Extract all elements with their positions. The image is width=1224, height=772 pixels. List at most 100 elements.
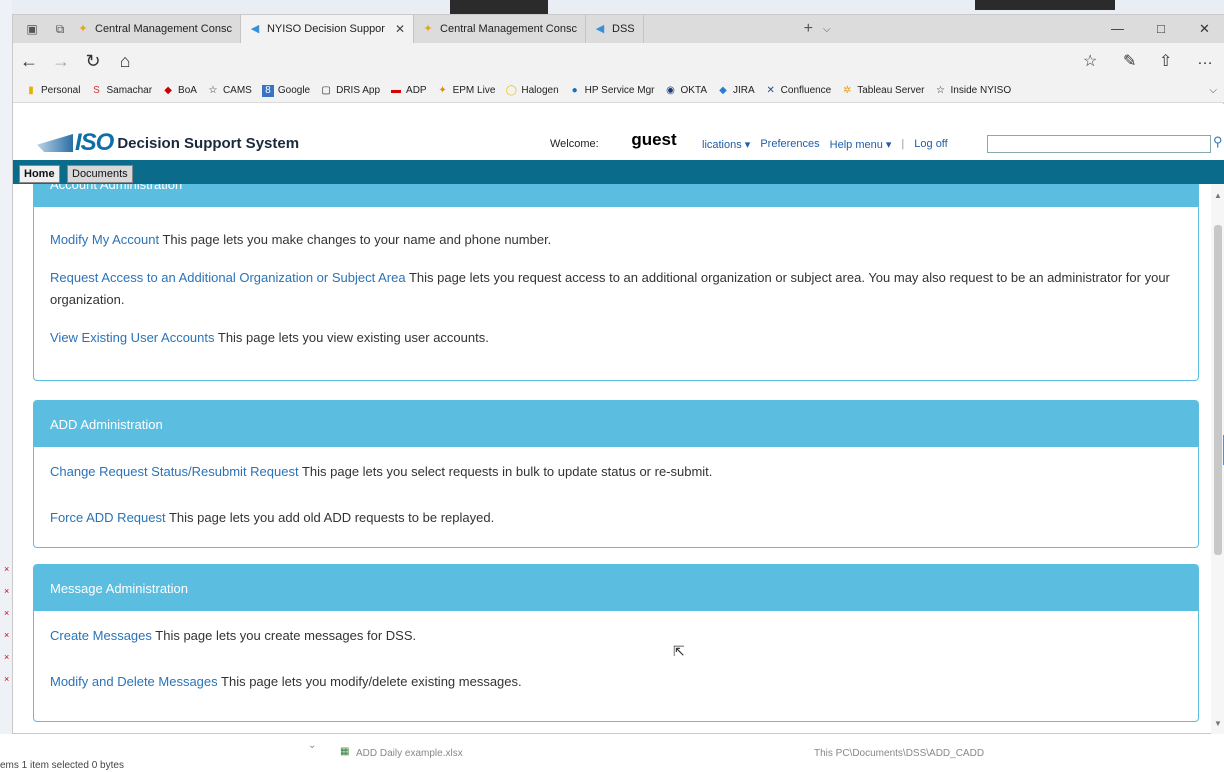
share-icon[interactable]: ⇧ [1159, 51, 1172, 71]
list-item: Force ADD Request This page lets you add… [50, 507, 1182, 529]
favorite-link[interactable]: ✕ Confluence [765, 85, 832, 97]
browser-tab[interactable]: ✦ Central Management Consc [414, 15, 586, 43]
google-icon: 8 [261, 84, 274, 97]
tab-preview-icon[interactable]: ⧉ [51, 22, 69, 36]
favorite-link[interactable]: 8 Google [261, 84, 310, 97]
address-bar-row: ← → ↻ ⌂ ☆ ✎ ⇧ … [13, 43, 1224, 79]
close-window-icon[interactable]: ✕ [1199, 21, 1210, 37]
item-description: This page lets you modify/delete existin… [217, 674, 522, 689]
hp-icon: ● [571, 84, 578, 96]
favorites-overflow-chevron-icon[interactable]: ⌵ [1209, 85, 1217, 96]
favorite-link[interactable]: ▬ ADP [390, 85, 427, 97]
favorite-link[interactable]: ◯ Halogen [505, 84, 559, 97]
favorite-label: OKTA [680, 85, 707, 96]
adp-icon: ▬ [391, 84, 402, 96]
page-icon: ▢ [321, 84, 331, 96]
nyiso-logo[interactable]: ISO Decision Support System [37, 129, 300, 156]
favorite-label: Tableau Server [857, 85, 925, 96]
tab-home[interactable]: Home [19, 165, 60, 183]
welcome-label: Welcome: [550, 138, 599, 150]
dss-header: ISO Decision Support System Welcome: gue… [13, 104, 1224, 160]
favorite-link[interactable]: ◆ JIRA [717, 85, 755, 97]
browser-tab-label: Central Management Consc [95, 23, 232, 35]
halogen-icon: ◯ [505, 84, 517, 96]
close-tab-icon[interactable]: ✕ [395, 22, 405, 36]
favorite-link[interactable]: ◆ BoA [162, 85, 197, 97]
favorite-label: BoA [178, 85, 197, 96]
chevron-down-icon[interactable]: ⌄ [308, 740, 316, 751]
tab-list-chevron-icon[interactable]: ⌵ [823, 24, 831, 35]
favorite-link[interactable]: ☆ CAMS [207, 84, 251, 97]
log-off-link[interactable]: Log off [914, 138, 947, 151]
browser-tab-active[interactable]: ◀ NYISO Decision Suppor ✕ [240, 15, 415, 43]
item-description: This page lets you make changes to your … [159, 232, 552, 247]
force-add-request-link[interactable]: Force ADD Request [50, 510, 166, 525]
favorite-link[interactable]: ▢ DRIS App [320, 85, 380, 97]
view-accounts-link[interactable]: View Existing User Accounts [50, 330, 215, 345]
list-item: Request Access to an Additional Organiza… [50, 267, 1182, 311]
maximize-icon[interactable]: □ [1157, 21, 1165, 36]
favorite-label: Samachar [106, 85, 153, 96]
app-title: Decision Support System [117, 134, 300, 152]
favorite-link[interactable]: ☆ Inside NYISO [935, 85, 1011, 97]
more-icon[interactable]: … [1197, 51, 1213, 69]
favorite-link[interactable]: ◉ OKTA [665, 85, 707, 97]
favorite-link[interactable]: ✦ EPM Live [437, 84, 495, 97]
message-admin-panel: Message Administration Create Messages T… [33, 564, 1199, 722]
modify-delete-messages-link[interactable]: Modify and Delete Messages [50, 674, 218, 689]
request-access-link[interactable]: Request Access to an Additional Organiza… [50, 270, 406, 285]
samachar-icon: S [93, 84, 100, 96]
tab-documents[interactable]: Documents [67, 165, 133, 183]
item-description: This page lets you view existing user ac… [214, 330, 489, 345]
okta-icon: ◉ [666, 84, 675, 96]
new-tab-icon[interactable]: + [804, 20, 813, 38]
change-request-status-link[interactable]: Change Request Status/Resubmit Request [50, 464, 299, 479]
help-menu[interactable]: Help menu ▾ [830, 138, 892, 151]
modify-account-link[interactable]: Modify My Account [50, 232, 159, 247]
create-messages-link[interactable]: Create Messages [50, 628, 152, 643]
preferences-link[interactable]: Preferences [760, 138, 819, 151]
epm-icon: ✦ [438, 84, 447, 96]
excel-file-icon: ▦ [340, 746, 350, 757]
list-item: Change Request Status/Resubmit Request T… [50, 461, 1182, 483]
back-arrow-icon[interactable]: ← [13, 51, 45, 72]
error-mark-icon: × [4, 564, 10, 574]
scroll-down-icon[interactable]: ▼ [1214, 719, 1222, 728]
panel-title: Account Administration [34, 184, 1198, 207]
search-icon[interactable]: ⚲ [1213, 134, 1223, 150]
favorite-link[interactable]: ● HP Service Mgr [569, 85, 655, 97]
browser-tab[interactable]: ✦ Central Management Consc [69, 15, 241, 43]
list-item: Modify and Delete Messages This page let… [50, 671, 1182, 693]
favorites-bar: ▮ Personal S Samachar ◆ BoA ☆ CAMS 8 Google ▢… [13, 79, 1224, 103]
favorite-link[interactable]: ▮ Personal [25, 85, 80, 97]
user-name: guest [604, 126, 704, 154]
refresh-icon[interactable]: ↻ [77, 51, 109, 72]
scroll-up-icon[interactable]: ▲ [1214, 191, 1222, 200]
explorer-status-bar: ems 1 item selected 0 bytes [0, 760, 124, 771]
favorite-label: ADP [406, 85, 427, 96]
favorite-label: Confluence [780, 85, 832, 96]
tab-bar: ▣ ⧉ ✦ Central Management Consc ◀ NYISO D… [13, 15, 1224, 43]
applications-menu[interactable]: lications ▾ [702, 138, 750, 151]
favorites-hub-icon[interactable]: ☆ [1083, 51, 1097, 71]
main-content: Account Administration Modify My Account… [33, 184, 1199, 734]
favorite-link[interactable]: S Samachar [90, 85, 152, 97]
minimize-icon[interactable]: — [1111, 21, 1124, 36]
favorite-label: Halogen [521, 85, 559, 96]
browser-tab[interactable]: ◀ DSS [586, 15, 644, 43]
search-input[interactable] [987, 135, 1211, 153]
desktop-background [0, 0, 1224, 14]
main-nav-bar: Home Documents [13, 160, 1224, 184]
desktop-left-strip: × × × × × × [0, 0, 12, 735]
favorite-link[interactable]: ✲ Tableau Server [841, 85, 924, 97]
tab-actions-icon[interactable]: ▣ [23, 22, 41, 36]
pen-icon[interactable]: ✎ [1123, 51, 1136, 71]
cmc-favicon-icon: ✦ [78, 23, 88, 35]
file-name[interactable]: ADD Daily example.xlsx [356, 748, 463, 759]
panel-body: Create Messages This page lets you creat… [34, 611, 1198, 699]
favorite-label: HP Service Mgr [584, 85, 655, 96]
forward-arrow-icon[interactable]: → [45, 51, 77, 72]
scrollbar-thumb[interactable] [1214, 225, 1222, 555]
star-icon: ☆ [208, 84, 218, 96]
home-icon[interactable]: ⌂ [109, 51, 141, 72]
